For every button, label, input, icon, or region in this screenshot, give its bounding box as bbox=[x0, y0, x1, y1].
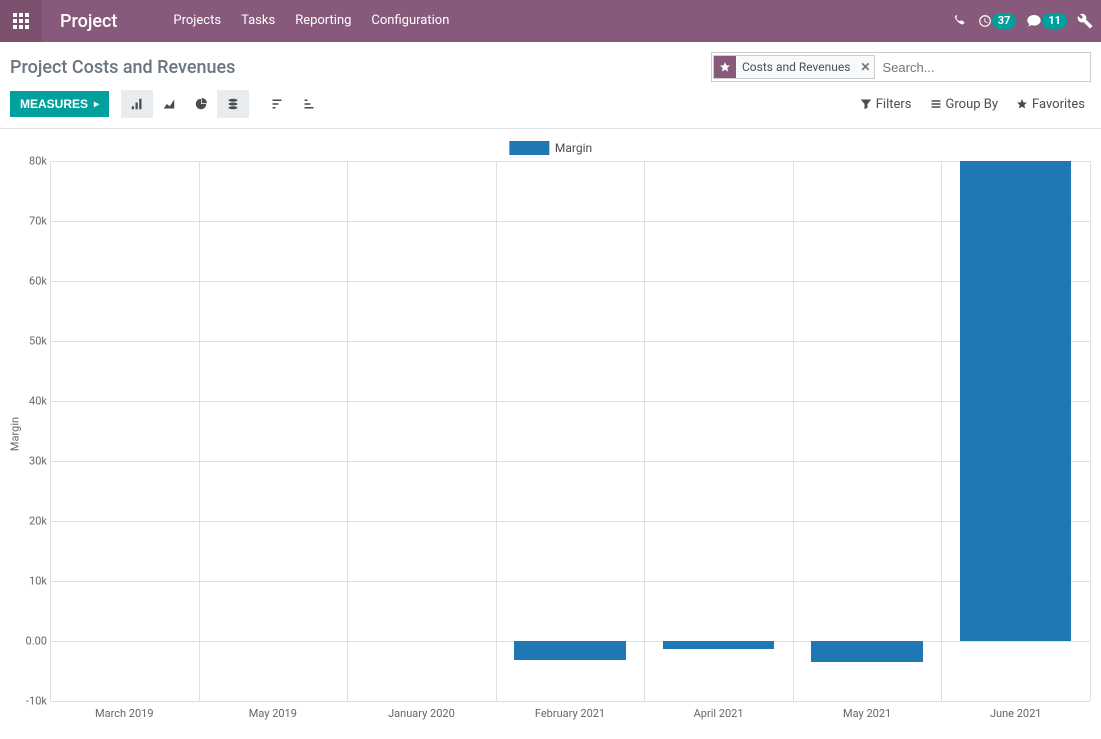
grid-h-line bbox=[50, 221, 1090, 222]
measures-button[interactable]: MEASURES ▸ bbox=[10, 91, 109, 117]
nav-reporting[interactable]: Reporting bbox=[285, 0, 361, 42]
y-tick-label: 30k bbox=[7, 455, 47, 468]
y-tick-label: 80k bbox=[7, 155, 47, 168]
star-icon bbox=[1016, 98, 1028, 110]
phone-icon[interactable] bbox=[954, 14, 968, 28]
sort-asc-button[interactable] bbox=[293, 90, 325, 118]
x-tick-label: January 2020 bbox=[388, 707, 455, 720]
grid-h-line bbox=[50, 521, 1090, 522]
grid-h-line bbox=[50, 341, 1090, 342]
grid-v-line bbox=[496, 161, 497, 701]
app-brand[interactable]: Project bbox=[42, 11, 135, 32]
star-icon bbox=[714, 56, 736, 78]
sort-desc-button[interactable] bbox=[261, 90, 293, 118]
x-tick-label: April 2021 bbox=[694, 707, 744, 720]
x-tick-label: May 2019 bbox=[249, 707, 297, 720]
grid-v-line bbox=[50, 161, 51, 701]
search-box[interactable]: Costs and Revenues ✕ bbox=[711, 52, 1091, 82]
activities-badge: 37 bbox=[992, 13, 1017, 29]
grid-v-line bbox=[1090, 161, 1091, 701]
nav-right: 37 11 bbox=[954, 13, 1101, 29]
chart-bar-button[interactable] bbox=[121, 90, 153, 118]
groupby-label: Group By bbox=[946, 97, 999, 112]
y-axis-title: Margin bbox=[9, 417, 22, 451]
chart-stacked-button[interactable] bbox=[217, 90, 249, 118]
funnel-icon bbox=[860, 98, 872, 110]
chart-legend[interactable]: Margin bbox=[509, 141, 592, 155]
grid-h-line bbox=[50, 461, 1090, 462]
y-tick-label: 0.00 bbox=[7, 635, 47, 648]
grid-h-line bbox=[50, 281, 1090, 282]
grid-v-line bbox=[347, 161, 348, 701]
filters-label: Filters bbox=[876, 97, 912, 112]
nav-menu: Projects Tasks Reporting Configuration bbox=[163, 0, 459, 42]
chart: Margin Margin -10k 0.00 10k 20k 30k 40k 50k 60k… bbox=[0, 129, 1101, 739]
bar[interactable] bbox=[663, 641, 774, 649]
measures-label: MEASURES bbox=[20, 97, 88, 111]
favorites-dropdown[interactable]: Favorites bbox=[1016, 97, 1085, 112]
bar[interactable] bbox=[960, 161, 1071, 641]
nav-projects[interactable]: Projects bbox=[163, 0, 231, 42]
x-tick-label: May 2021 bbox=[843, 707, 891, 720]
bar[interactable] bbox=[811, 641, 922, 662]
y-tick-label: 60k bbox=[7, 275, 47, 288]
legend-label: Margin bbox=[555, 141, 592, 155]
filters-dropdown[interactable]: Filters bbox=[860, 97, 912, 112]
x-tick-label: June 2021 bbox=[990, 707, 1042, 720]
messaging-badge: 11 bbox=[1042, 13, 1067, 29]
nav-tasks[interactable]: Tasks bbox=[231, 0, 285, 42]
activities-button[interactable]: 37 bbox=[978, 13, 1017, 29]
messaging-button[interactable]: 11 bbox=[1026, 13, 1067, 29]
facet-remove-icon[interactable]: ✕ bbox=[856, 60, 874, 74]
chart-pie-button[interactable] bbox=[185, 90, 217, 118]
grid-v-line bbox=[941, 161, 942, 701]
legend-swatch bbox=[509, 141, 549, 155]
apps-icon bbox=[13, 13, 29, 29]
bar[interactable] bbox=[514, 641, 625, 660]
y-tick-label: 50k bbox=[7, 335, 47, 348]
grid-v-line bbox=[644, 161, 645, 701]
x-tick-label: February 2021 bbox=[535, 707, 605, 720]
search-input[interactable] bbox=[876, 53, 1090, 81]
y-tick-label: -10k bbox=[7, 695, 47, 708]
y-tick-label: 40k bbox=[7, 395, 47, 408]
y-tick-label: 10k bbox=[7, 575, 47, 588]
grid-v-line bbox=[793, 161, 794, 701]
groupby-dropdown[interactable]: Group By bbox=[930, 97, 999, 112]
search-facet-favorite: Costs and Revenues ✕ bbox=[713, 55, 875, 79]
control-panel: Project Costs and Revenues Costs and Rev… bbox=[0, 42, 1101, 129]
y-tick-label: 20k bbox=[7, 515, 47, 528]
debug-icon[interactable] bbox=[1077, 13, 1093, 29]
nav-configuration[interactable]: Configuration bbox=[361, 0, 459, 42]
apps-menu-button[interactable] bbox=[0, 0, 42, 42]
list-icon bbox=[930, 98, 942, 110]
grid-h-line bbox=[50, 581, 1090, 582]
x-tick-label: March 2019 bbox=[95, 707, 154, 720]
facet-label: Costs and Revenues bbox=[736, 60, 856, 74]
navbar: Project Projects Tasks Reporting Configu… bbox=[0, 0, 1101, 42]
breadcrumb: Project Costs and Revenues bbox=[10, 57, 235, 78]
grid-v-line bbox=[199, 161, 200, 701]
grid-h-line bbox=[50, 401, 1090, 402]
chart-line-button[interactable] bbox=[153, 90, 185, 118]
grid-h-line bbox=[50, 161, 1090, 162]
y-tick-label: 70k bbox=[7, 215, 47, 228]
favorites-label: Favorites bbox=[1032, 97, 1085, 112]
grid-h-line bbox=[50, 701, 1090, 702]
caret-right-icon: ▸ bbox=[94, 99, 99, 110]
